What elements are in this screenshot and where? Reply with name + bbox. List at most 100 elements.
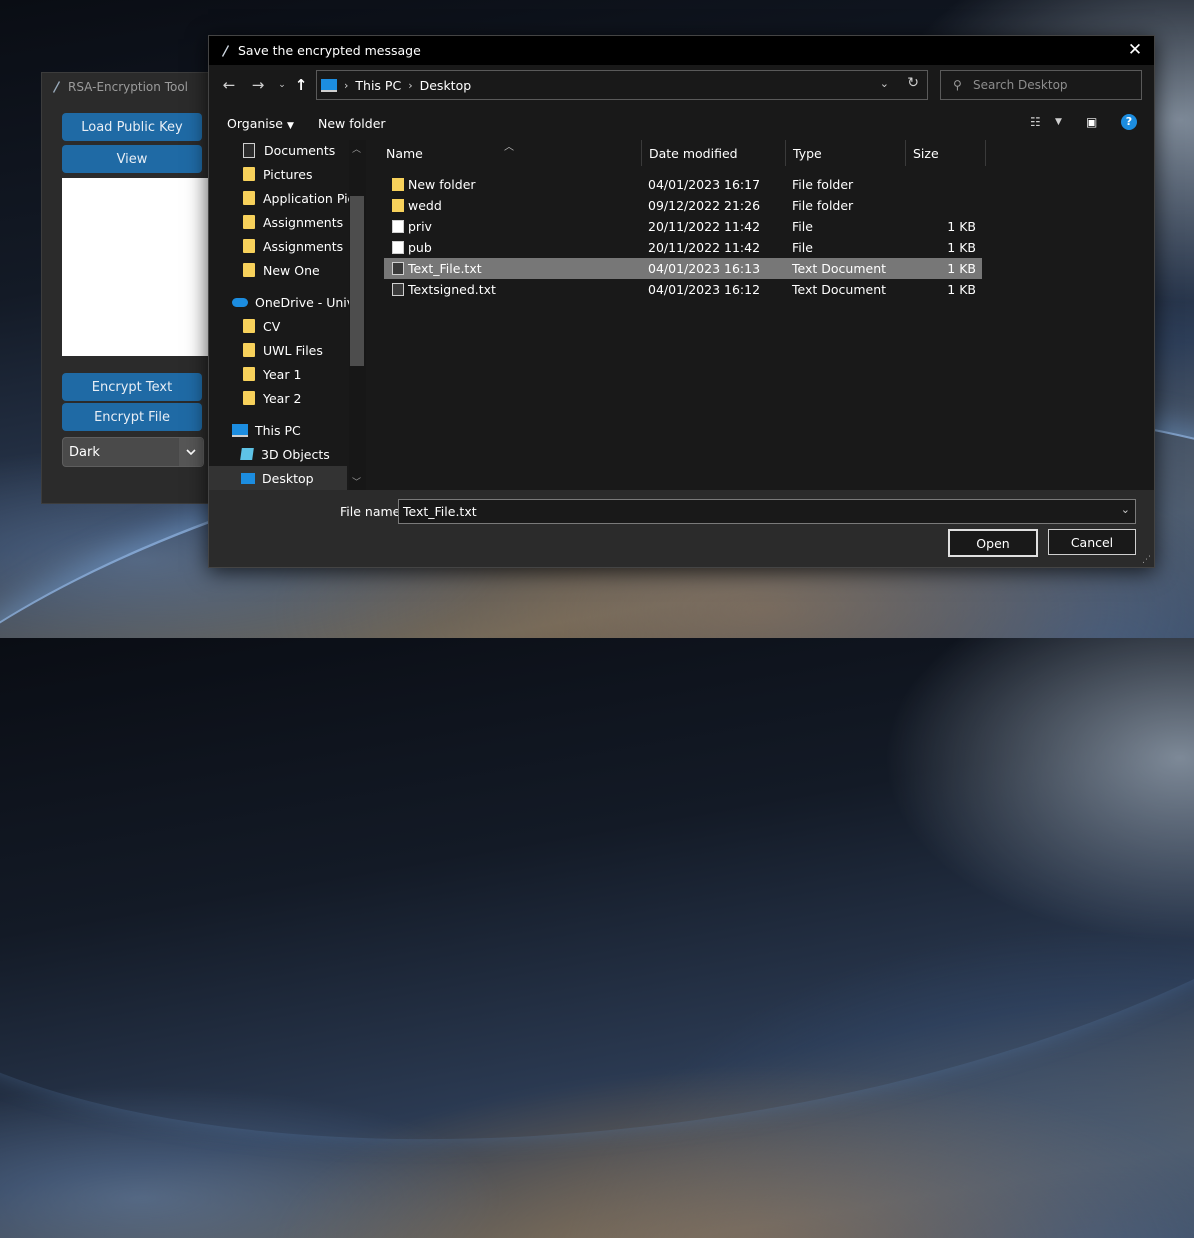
file-size: 1 KB (947, 219, 976, 234)
up-arrow-icon[interactable]: ↑ (292, 76, 310, 94)
3d-objects-icon (240, 448, 254, 460)
nav-item-label: Year 2 (263, 390, 302, 406)
file-icon (392, 220, 404, 233)
file-row-selected[interactable]: Text_File.txt 04/01/2023 16:13 Text Docu… (384, 258, 982, 279)
encrypt-file-button[interactable]: Encrypt File (62, 403, 202, 431)
file-name: wedd (408, 198, 442, 213)
folder-icon (243, 343, 255, 357)
file-row[interactable]: priv 20/11/2022 11:42 File 1 KB (384, 216, 982, 237)
view-dropdown-caret-icon[interactable]: ▼ (1055, 117, 1062, 127)
file-date: 09/12/2022 21:26 (648, 198, 761, 213)
search-box[interactable]: ⚲ Search Desktop (940, 70, 1142, 100)
nav-item-cv[interactable]: CV (209, 314, 366, 338)
nav-item-year-2[interactable]: Year 2 (209, 386, 366, 410)
folder-icon (243, 191, 255, 205)
nav-item-label: This PC (255, 422, 301, 438)
chevron-right-icon[interactable]: › (344, 79, 348, 92)
feather-icon (222, 44, 229, 57)
chevron-down-icon[interactable]: ⌄ (880, 77, 889, 90)
desktop-icon (241, 472, 255, 484)
text-document-icon (392, 262, 404, 275)
file-type: File folder (792, 198, 854, 213)
close-icon[interactable]: ✕ (1126, 40, 1144, 60)
nav-item-documents[interactable]: Documents 📌 (209, 140, 366, 162)
breadcrumb-this-pc[interactable]: This PC (355, 78, 401, 93)
encrypt-text-button[interactable]: Encrypt Text (62, 373, 202, 401)
organise-menu[interactable]: Organise ▼ (227, 116, 294, 131)
file-size: 1 KB (947, 261, 976, 276)
file-name: New folder (408, 177, 476, 192)
nav-item-new-one[interactable]: New One (209, 258, 366, 282)
file-date: 04/01/2023 16:13 (648, 261, 761, 276)
file-date: 20/11/2022 11:42 (648, 219, 761, 234)
folder-icon (243, 239, 255, 253)
column-header-type[interactable]: Type (786, 140, 906, 166)
breadcrumb-desktop[interactable]: Desktop (420, 78, 472, 93)
nav-item-assignments[interactable]: Assignments (209, 210, 366, 234)
file-name: Textsigned.txt (408, 282, 496, 297)
nav-item-this-pc[interactable]: This PC (209, 418, 366, 442)
save-dialog: Save the encrypted message ✕ ← → ⌄ ↑ › T… (208, 35, 1155, 568)
view-options-icon[interactable]: ☷ (1030, 115, 1041, 129)
preview-pane-icon[interactable]: ▣ (1086, 115, 1097, 129)
file-name-label: File name: (340, 504, 405, 519)
chevron-right-icon[interactable]: › (408, 79, 412, 92)
folder-icon (243, 263, 255, 277)
nav-item-label: Documents (264, 142, 336, 158)
resize-grip-icon[interactable]: ⋰ (1142, 555, 1151, 565)
back-arrow-icon[interactable]: ← (220, 76, 238, 94)
file-row[interactable]: Textsigned.txt 04/01/2023 16:12 Text Doc… (384, 279, 982, 300)
file-row[interactable]: wedd 09/12/2022 21:26 File folder (384, 195, 982, 216)
nav-item-label: UWL Files (263, 342, 323, 358)
view-button[interactable]: View (62, 145, 202, 173)
scroll-up-icon[interactable]: ︿ (352, 142, 361, 155)
pc-icon (232, 423, 248, 437)
file-size: 1 KB (947, 282, 976, 297)
forward-arrow-icon[interactable]: → (249, 76, 267, 94)
column-header-name[interactable]: ︿ Name (379, 140, 642, 166)
file-name: pub (408, 240, 432, 255)
feather-icon (53, 81, 60, 93)
nav-item-desktop[interactable]: Desktop (209, 466, 347, 490)
file-name-value: Text_File.txt (403, 504, 477, 519)
nav-item-uwl-files[interactable]: UWL Files (209, 338, 366, 362)
chevron-down-icon[interactable]: ⌄ (1121, 503, 1130, 516)
cancel-button[interactable]: Cancel (1048, 529, 1136, 555)
load-public-key-button[interactable]: Load Public Key (62, 113, 202, 141)
nav-item-pictures[interactable]: Pictures 📌 (209, 162, 366, 186)
document-icon (243, 142, 255, 158)
scrollbar-thumb[interactable] (350, 196, 364, 366)
file-list: ︿ Name Date modified Type Size New folde… (379, 140, 1154, 490)
help-icon[interactable]: ? (1121, 114, 1137, 130)
theme-dropdown[interactable]: Dark (62, 437, 204, 467)
chevron-down-icon[interactable] (179, 438, 203, 466)
folder-icon (243, 215, 255, 229)
column-header-label: Size (913, 145, 939, 161)
file-type: File folder (792, 177, 854, 192)
nav-item-3d-objects[interactable]: 3D Objects (209, 442, 366, 466)
scroll-down-icon[interactable]: ﹀ (352, 475, 361, 488)
column-header-date-modified[interactable]: Date modified (642, 140, 786, 166)
sort-ascending-icon: ︿ (504, 142, 514, 153)
nav-pane-scrollbar[interactable]: ︿ ﹀ (349, 140, 366, 490)
column-header-label: Date modified (649, 145, 738, 161)
file-row[interactable]: pub 20/11/2022 11:42 File 1 KB (384, 237, 982, 258)
refresh-icon[interactable]: ↻ (907, 75, 919, 91)
file-type: File (792, 240, 813, 255)
new-folder-button[interactable]: New folder (318, 116, 386, 131)
nav-item-onedrive[interactable]: OneDrive - Univer (209, 290, 366, 314)
nav-item-application-pictures[interactable]: Application Pictu (209, 186, 366, 210)
address-bar[interactable]: › This PC › Desktop ⌄ ↻ (316, 70, 928, 100)
column-header-size[interactable]: Size (906, 140, 986, 166)
pc-icon (321, 78, 337, 92)
nav-item-assignments[interactable]: Assignments (209, 234, 366, 258)
recent-locations-chevron-icon[interactable]: ⌄ (273, 76, 291, 94)
nav-item-label: Desktop (262, 470, 314, 486)
file-name-input[interactable]: Text_File.txt ⌄ (398, 499, 1136, 524)
message-textbox[interactable] (62, 178, 210, 356)
column-header-label: Name (386, 145, 423, 161)
open-button[interactable]: Open (948, 529, 1038, 557)
folder-icon (243, 167, 255, 181)
file-row[interactable]: New folder 04/01/2023 16:17 File folder (384, 174, 982, 195)
nav-item-year-1[interactable]: Year 1 (209, 362, 366, 386)
